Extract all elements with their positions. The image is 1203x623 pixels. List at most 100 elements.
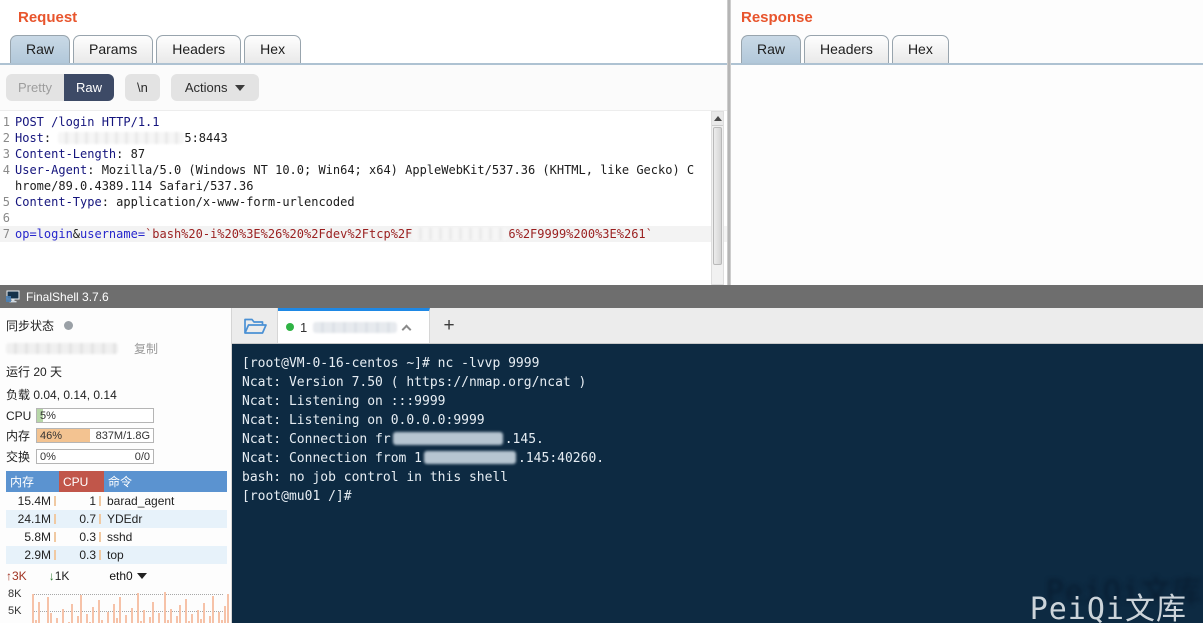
open-folder-button[interactable]: [232, 308, 278, 343]
response-empty-body: [731, 65, 1203, 285]
network-bar: [50, 590, 52, 623]
sync-status-dot-icon: [64, 321, 73, 330]
swap-label: 交换: [6, 448, 36, 465]
response-tab-raw[interactable]: Raw: [741, 35, 801, 63]
network-bar: [176, 590, 178, 623]
network-bar: [182, 590, 184, 623]
network-bar: [62, 590, 64, 623]
redacted-text: [393, 432, 503, 445]
chevron-down-icon: [235, 85, 245, 91]
network-bar: [89, 590, 91, 623]
cell-tick-icon: [54, 550, 56, 560]
process-table-row[interactable]: 24.1M0.7YDEdr: [6, 510, 227, 528]
request-tab-hex[interactable]: Hex: [244, 35, 301, 63]
network-bar: [116, 590, 118, 623]
network-bar: [143, 590, 145, 623]
response-tab-hex[interactable]: Hex: [892, 35, 949, 63]
finalshell-titlebar: FinalShell 3.7.6: [0, 285, 1203, 308]
terminal-line: [root@mu01 /]#: [242, 487, 1203, 506]
cpu-meter: 5%: [36, 408, 154, 423]
network-bar: [140, 590, 142, 623]
network-bar: [122, 590, 124, 623]
request-title: Request: [0, 0, 727, 33]
network-bar: [185, 590, 187, 623]
network-bar: [38, 590, 40, 623]
terminal-line: bash: no job control in this shell: [242, 468, 1203, 487]
command-column-header[interactable]: 命令: [104, 471, 227, 492]
scrollbar-thumb[interactable]: [713, 127, 722, 265]
chevron-up-icon[interactable]: [402, 324, 412, 334]
burp-top-section: Request Raw Params Headers Hex Pretty Ra…: [0, 0, 1203, 285]
request-scrollbar[interactable]: [711, 111, 724, 285]
request-code-line: 5Content-Type: application/x-www-form-ur…: [0, 194, 727, 210]
terminal-line: Ncat: Connection fr.145.: [242, 430, 1203, 449]
redacted-text: [58, 132, 184, 144]
request-tab-raw[interactable]: Raw: [10, 35, 70, 63]
memory-percent: 46%: [40, 430, 62, 442]
process-table-row[interactable]: 15.4M1barad_agent: [6, 492, 227, 510]
request-tab-params[interactable]: Params: [73, 35, 153, 63]
terminal-line: Ncat: Listening on :::9999: [242, 392, 1203, 411]
copy-link[interactable]: 复制: [134, 340, 158, 357]
load-row: 负载 0.04, 0.14, 0.14: [6, 383, 227, 406]
terminal-tab-bar: 1 +: [232, 308, 1203, 344]
sync-status-label: 同步状态: [6, 317, 54, 334]
network-bar: [218, 590, 220, 623]
finalshell-window-title: FinalShell 3.7.6: [26, 290, 109, 304]
monitor-icon: [6, 290, 20, 303]
arrow-up-icon: [714, 116, 722, 121]
network-bar: [200, 590, 202, 623]
newline-button[interactable]: \n: [125, 74, 160, 101]
network-bar: [215, 590, 217, 623]
swap-detail: 0/0: [135, 451, 150, 463]
terminal-line: [root@VM-0-16-centos ~]# nc -lvvp 9999: [242, 354, 1203, 373]
swap-meter-row: 交换 0% 0/0: [6, 446, 227, 467]
terminal-session-tab[interactable]: 1: [278, 308, 430, 343]
request-tab-headers[interactable]: Headers: [156, 35, 241, 63]
memory-column-header[interactable]: 内存: [6, 471, 59, 492]
new-tab-button[interactable]: +: [430, 308, 468, 343]
finalshell-window: FinalShell 3.7.6 同步状态 复制 运行 20 天 负载 0.04…: [0, 285, 1203, 623]
request-editor[interactable]: 1POST /login HTTP/1.12Host: 5:84433Conte…: [0, 111, 727, 285]
terminal-output: [root@VM-0-16-centos ~]# nc -lvvp 9999Nc…: [242, 354, 1203, 506]
response-panel: Response Raw Headers Hex: [731, 0, 1203, 285]
sync-status-row: 同步状态: [6, 314, 227, 337]
terminal[interactable]: [root@VM-0-16-centos ~]# nc -lvvp 9999Nc…: [232, 344, 1203, 623]
response-tab-headers[interactable]: Headers: [804, 35, 889, 63]
network-bar: [161, 590, 163, 623]
network-bar: [197, 590, 199, 623]
cpu-column-header[interactable]: CPU: [59, 471, 104, 492]
network-bar: [224, 590, 226, 623]
network-graph: 8K 5K 2K: [6, 586, 227, 623]
network-bar: [56, 590, 58, 623]
cpu-meter-row: CPU 5%: [6, 406, 227, 425]
cell-tick-icon: [54, 496, 56, 506]
network-bar: [173, 590, 175, 623]
network-bar: [110, 590, 112, 623]
process-table-row[interactable]: 2.9M0.3top: [6, 546, 227, 564]
request-code-line: 1POST /login HTTP/1.1: [0, 114, 727, 130]
interface-selector[interactable]: eth0: [109, 569, 146, 583]
pretty-button[interactable]: Pretty: [6, 74, 64, 101]
terminal-line: Ncat: Connection from 1.145:40260.: [242, 449, 1203, 468]
folder-icon: [243, 317, 267, 335]
cell-tick-icon: [54, 514, 56, 524]
network-bar: [206, 590, 208, 623]
process-table-row[interactable]: 5.8M0.3sshd: [6, 528, 227, 546]
memory-label: 内存: [6, 427, 36, 444]
memory-meter: 46% 837M/1.8G: [36, 428, 154, 443]
network-bar: [113, 590, 115, 623]
network-bar: [146, 590, 148, 623]
network-bar: [101, 590, 103, 623]
network-bar: [158, 590, 160, 623]
terminal-line: Ncat: Version 7.50 ( https://nmap.org/nc…: [242, 373, 1203, 392]
actions-button[interactable]: Actions: [171, 74, 260, 101]
raw-button[interactable]: Raw: [64, 74, 114, 101]
memory-meter-row: 内存 46% 837M/1.8G: [6, 425, 227, 446]
network-bar: [35, 590, 37, 623]
request-code: 1POST /login HTTP/1.12Host: 5:84433Conte…: [0, 114, 727, 242]
interface-name: eth0: [109, 569, 132, 583]
chevron-down-icon: [137, 573, 147, 579]
scroll-up-button[interactable]: [712, 112, 723, 126]
cpu-label: CPU: [6, 409, 36, 423]
